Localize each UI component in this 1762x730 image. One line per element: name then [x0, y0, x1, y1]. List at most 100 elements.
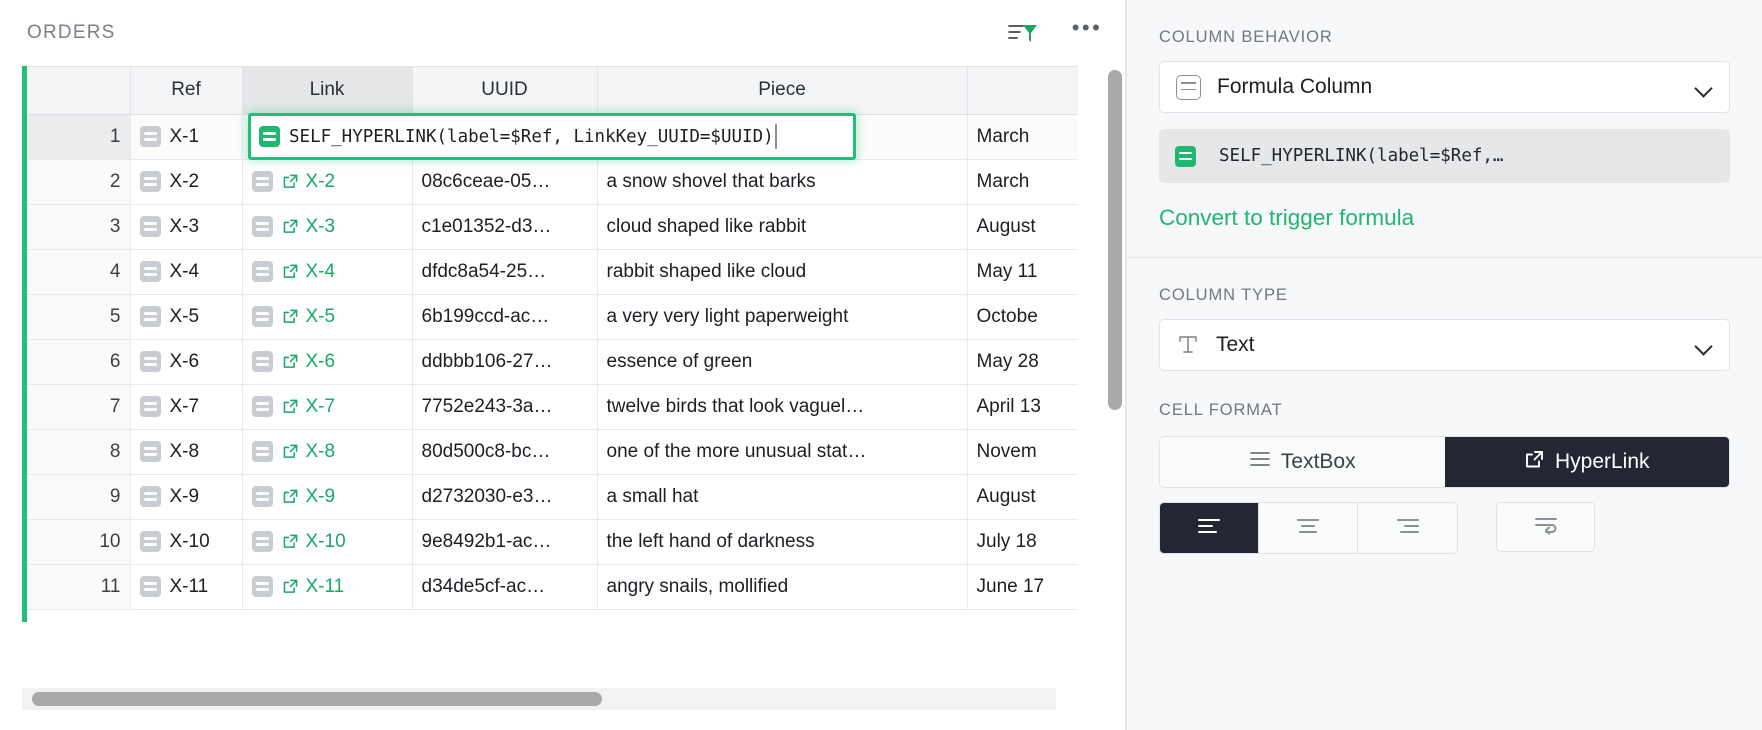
cell-piece[interactable]: a very very light paperweight	[597, 294, 967, 339]
row-number[interactable]: 8	[22, 429, 130, 474]
filter-sort-icon[interactable]	[1006, 18, 1040, 48]
cell-due[interactable]: March	[967, 159, 1078, 204]
table-row[interactable]: 5X-5X-56b199ccd-ac…a very very light pap…	[22, 294, 1078, 339]
cell-due[interactable]: May 28	[967, 339, 1078, 384]
align-center-button[interactable]	[1259, 503, 1358, 553]
cell-uuid[interactable]: 9e8492b1-ac…	[412, 519, 597, 564]
more-options-icon[interactable]: •••	[1070, 18, 1104, 48]
row-number[interactable]: 11	[22, 564, 130, 609]
table-row[interactable]: 6X-6X-6ddbbb106-27…essence of greenMay 2…	[22, 339, 1078, 384]
column-header-link[interactable]: Link	[242, 67, 412, 114]
cell-piece[interactable]: cloud shaped like rabbit	[597, 204, 967, 249]
align-right-button[interactable]	[1358, 503, 1457, 553]
cell-link[interactable]: X-9	[242, 474, 412, 519]
text-wrap-button[interactable]	[1496, 502, 1595, 552]
column-header-rownum[interactable]	[22, 67, 130, 114]
horizontal-scrollbar-thumb[interactable]	[32, 692, 602, 706]
cell-due[interactable]: July 18	[967, 519, 1078, 564]
cell-ref[interactable]: X-5	[130, 294, 242, 339]
cell-link[interactable]: X-6	[242, 339, 412, 384]
cell-link[interactable]: X-3	[242, 204, 412, 249]
cell-due[interactable]: Novem	[967, 429, 1078, 474]
cell-piece[interactable]: a small hat	[597, 474, 967, 519]
row-number[interactable]: 6	[22, 339, 130, 384]
row-number[interactable]: 7	[22, 384, 130, 429]
cell-piece[interactable]: one of the more unusual stat…	[597, 429, 967, 474]
cell-piece[interactable]: angry snails, mollified	[597, 564, 967, 609]
cell-uuid[interactable]: d2732030-e3…	[412, 474, 597, 519]
cell-due[interactable]: March	[967, 114, 1078, 159]
row-number[interactable]: 5	[22, 294, 130, 339]
cell-ref[interactable]: X-1	[130, 114, 242, 159]
column-type-select[interactable]: Text	[1159, 319, 1730, 371]
cell-piece[interactable]: a snow shovel that barks	[597, 159, 967, 204]
table-row[interactable]: 7X-7X-77752e243-3a…twelve birds that loo…	[22, 384, 1078, 429]
cell-ref[interactable]: X-10	[130, 519, 242, 564]
formula-icon	[252, 351, 273, 372]
horizontal-scrollbar[interactable]	[22, 688, 1056, 710]
vertical-scrollbar-thumb[interactable]	[1108, 70, 1122, 410]
cell-uuid[interactable]: d34de5cf-ac…	[412, 564, 597, 609]
table-body: 1X-1March2X-2X-208c6ceae-05…a snow shove…	[22, 114, 1078, 609]
align-left-button[interactable]	[1160, 503, 1259, 553]
cell-format-textbox-button[interactable]: TextBox	[1160, 437, 1445, 487]
cell-uuid[interactable]: ddbbb106-27…	[412, 339, 597, 384]
cell-due[interactable]: August	[967, 474, 1078, 519]
formula-editor-cell[interactable]: SELF_HYPERLINK(label=$Ref, LinkKey_UUID=…	[248, 113, 856, 160]
cell-link[interactable]: X-7	[242, 384, 412, 429]
column-header-uuid[interactable]: UUID	[412, 67, 597, 114]
cell-format-hyperlink-button[interactable]: HyperLink	[1445, 437, 1730, 487]
cell-uuid[interactable]: 7752e243-3a…	[412, 384, 597, 429]
row-number[interactable]: 10	[22, 519, 130, 564]
row-number[interactable]: 1	[22, 114, 130, 159]
cell-uuid[interactable]: 80d500c8-bc…	[412, 429, 597, 474]
cell-due[interactable]: Octobe	[967, 294, 1078, 339]
cell-piece[interactable]: rabbit shaped like cloud	[597, 249, 967, 294]
align-right-icon	[1395, 516, 1421, 541]
row-number[interactable]: 2	[22, 159, 130, 204]
convert-to-trigger-formula-link[interactable]: Convert to trigger formula	[1159, 205, 1730, 231]
cell-link[interactable]: X-10	[242, 519, 412, 564]
cell-piece[interactable]: twelve birds that look vaguel…	[597, 384, 967, 429]
cell-link[interactable]: X-5	[242, 294, 412, 339]
table-row[interactable]: 10X-10X-109e8492b1-ac…the left hand of d…	[22, 519, 1078, 564]
cell-uuid[interactable]: 6b199ccd-ac…	[412, 294, 597, 339]
cell-due[interactable]: May 11	[967, 249, 1078, 294]
row-number[interactable]: 3	[22, 204, 130, 249]
table-row[interactable]: 4X-4X-4dfdc8a54-25…rabbit shaped like cl…	[22, 249, 1078, 294]
formula-chip[interactable]: SELF_HYPERLINK(label=$Ref,…	[1159, 129, 1730, 183]
cell-ref[interactable]: X-8	[130, 429, 242, 474]
cell-link[interactable]: X-4	[242, 249, 412, 294]
column-behavior-select[interactable]: Formula Column	[1159, 61, 1730, 113]
cell-uuid[interactable]: 08c6ceae-05…	[412, 159, 597, 204]
cell-link[interactable]: X-11	[242, 564, 412, 609]
table-row[interactable]: 2X-2X-208c6ceae-05…a snow shovel that ba…	[22, 159, 1078, 204]
cell-ref[interactable]: X-11	[130, 564, 242, 609]
column-header-ref[interactable]: Ref	[130, 67, 242, 114]
table-row[interactable]: 11X-11X-11d34de5cf-ac…angry snails, moll…	[22, 564, 1078, 609]
column-header-due[interactable]: Due	[967, 67, 1078, 114]
cell-due[interactable]: April 13	[967, 384, 1078, 429]
cell-ref[interactable]: X-7	[130, 384, 242, 429]
cell-piece[interactable]: the left hand of darkness	[597, 519, 967, 564]
cell-ref[interactable]: X-6	[130, 339, 242, 384]
cell-link[interactable]: X-8	[242, 429, 412, 474]
table-row[interactable]: 9X-9X-9d2732030-e3…a small hatAugust	[22, 474, 1078, 519]
cell-piece[interactable]: essence of green	[597, 339, 967, 384]
cell-due[interactable]: August	[967, 204, 1078, 249]
cell-link[interactable]: X-2	[242, 159, 412, 204]
cell-due[interactable]: June 17	[967, 564, 1078, 609]
cell-ref[interactable]: X-9	[130, 474, 242, 519]
cell-ref[interactable]: X-4	[130, 249, 242, 294]
table-row[interactable]: 3X-3X-3c1e01352-d3…cloud shaped like rab…	[22, 204, 1078, 249]
cell-ref[interactable]: X-3	[130, 204, 242, 249]
column-header-piece[interactable]: Piece	[597, 67, 967, 114]
row-number[interactable]: 9	[22, 474, 130, 519]
external-link-icon	[282, 443, 299, 460]
vertical-scrollbar[interactable]	[1104, 66, 1126, 622]
cell-ref[interactable]: X-2	[130, 159, 242, 204]
table-row[interactable]: 8X-8X-880d500c8-bc…one of the more unusu…	[22, 429, 1078, 474]
row-number[interactable]: 4	[22, 249, 130, 294]
cell-uuid[interactable]: dfdc8a54-25…	[412, 249, 597, 294]
cell-uuid[interactable]: c1e01352-d3…	[412, 204, 597, 249]
